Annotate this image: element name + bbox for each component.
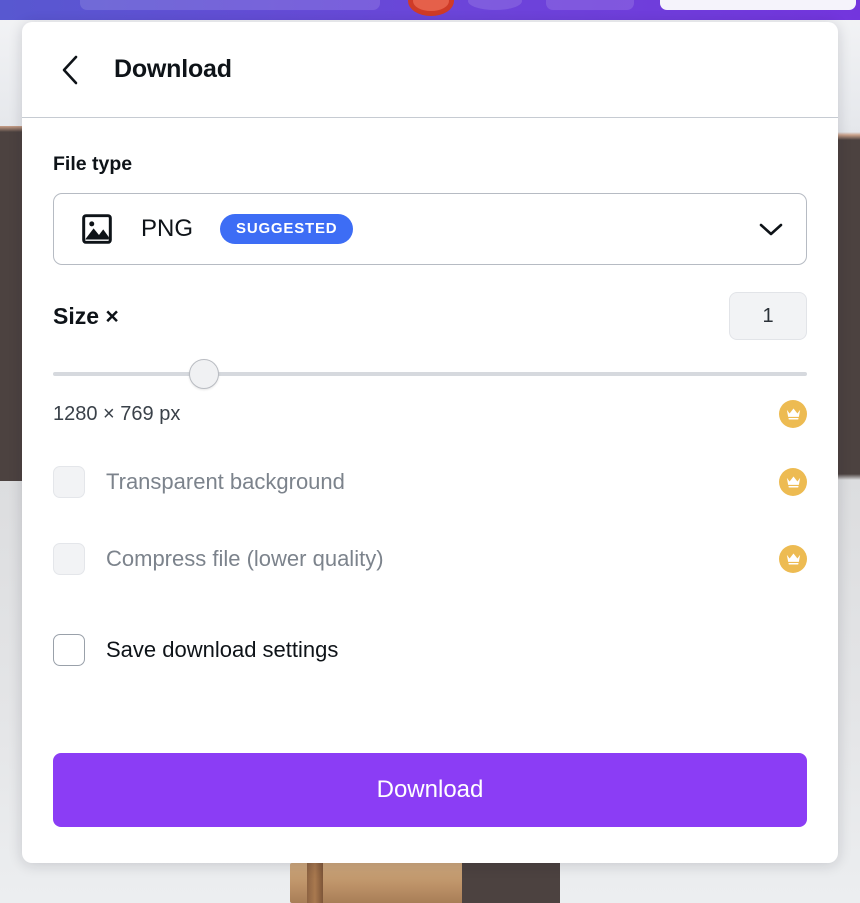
checkbox-transparent-background (53, 466, 85, 498)
chevron-down-icon[interactable] (758, 221, 784, 237)
page-title: Download (114, 55, 232, 83)
toolbar-chip-right[interactable] (546, 0, 634, 10)
option-label-transparent-background: Transparent background (106, 469, 345, 494)
file-type-section-label: File type (53, 153, 133, 175)
toolbar-chip-left[interactable] (80, 0, 380, 10)
size-slider-thumb[interactable] (188, 359, 219, 389)
crown-icon-size[interactable] (779, 400, 807, 428)
toolbar-avatar[interactable] (408, 0, 454, 16)
option-row-compress-file: Compress file (lower quality) (53, 538, 807, 580)
file-type-select[interactable]: PNG SUGGESTED (53, 193, 807, 265)
file-type-value: PNG (141, 215, 194, 242)
download-button[interactable]: Download (53, 753, 807, 827)
size-slider[interactable] (53, 359, 807, 389)
option-row-save-download-settings[interactable]: Save download settings (53, 629, 807, 671)
suggested-badge: SUGGESTED (220, 214, 354, 244)
toolbar-chip-middle[interactable] (468, 0, 522, 10)
panel-header: Download (22, 22, 838, 118)
size-row: Size × 1 (53, 292, 807, 340)
option-label-save-download-settings: Save download settings (106, 637, 339, 662)
download-panel: Download File type PNG SUGGESTED Size × … (22, 22, 838, 863)
panel-body: File type PNG SUGGESTED Size × 1 1280 × … (22, 153, 838, 671)
crown-icon (786, 408, 800, 420)
crown-icon-compress-file[interactable] (779, 545, 807, 573)
canvas-photo-dark-column (0, 126, 22, 481)
size-slider-track (53, 372, 807, 376)
chevron-left-icon (62, 55, 78, 84)
image-icon (80, 212, 114, 246)
back-button[interactable] (53, 53, 87, 87)
option-label-compress-file: Compress file (lower quality) (106, 546, 384, 571)
checkbox-save-download-settings[interactable] (53, 634, 85, 666)
editor-toolbar (0, 0, 860, 20)
option-row-transparent-background: Transparent background (53, 461, 807, 503)
size-label: Size × (53, 302, 119, 329)
toolbar-share-button[interactable] (660, 0, 856, 10)
dimensions-row: 1280 × 769 px (53, 399, 807, 429)
crown-icon-transparent-background[interactable] (779, 468, 807, 496)
size-value-input[interactable]: 1 (729, 292, 807, 340)
checkbox-compress-file (53, 543, 85, 575)
crown-icon (786, 476, 800, 488)
output-dimensions: 1280 × 769 px (53, 402, 181, 425)
crown-icon (786, 553, 800, 565)
